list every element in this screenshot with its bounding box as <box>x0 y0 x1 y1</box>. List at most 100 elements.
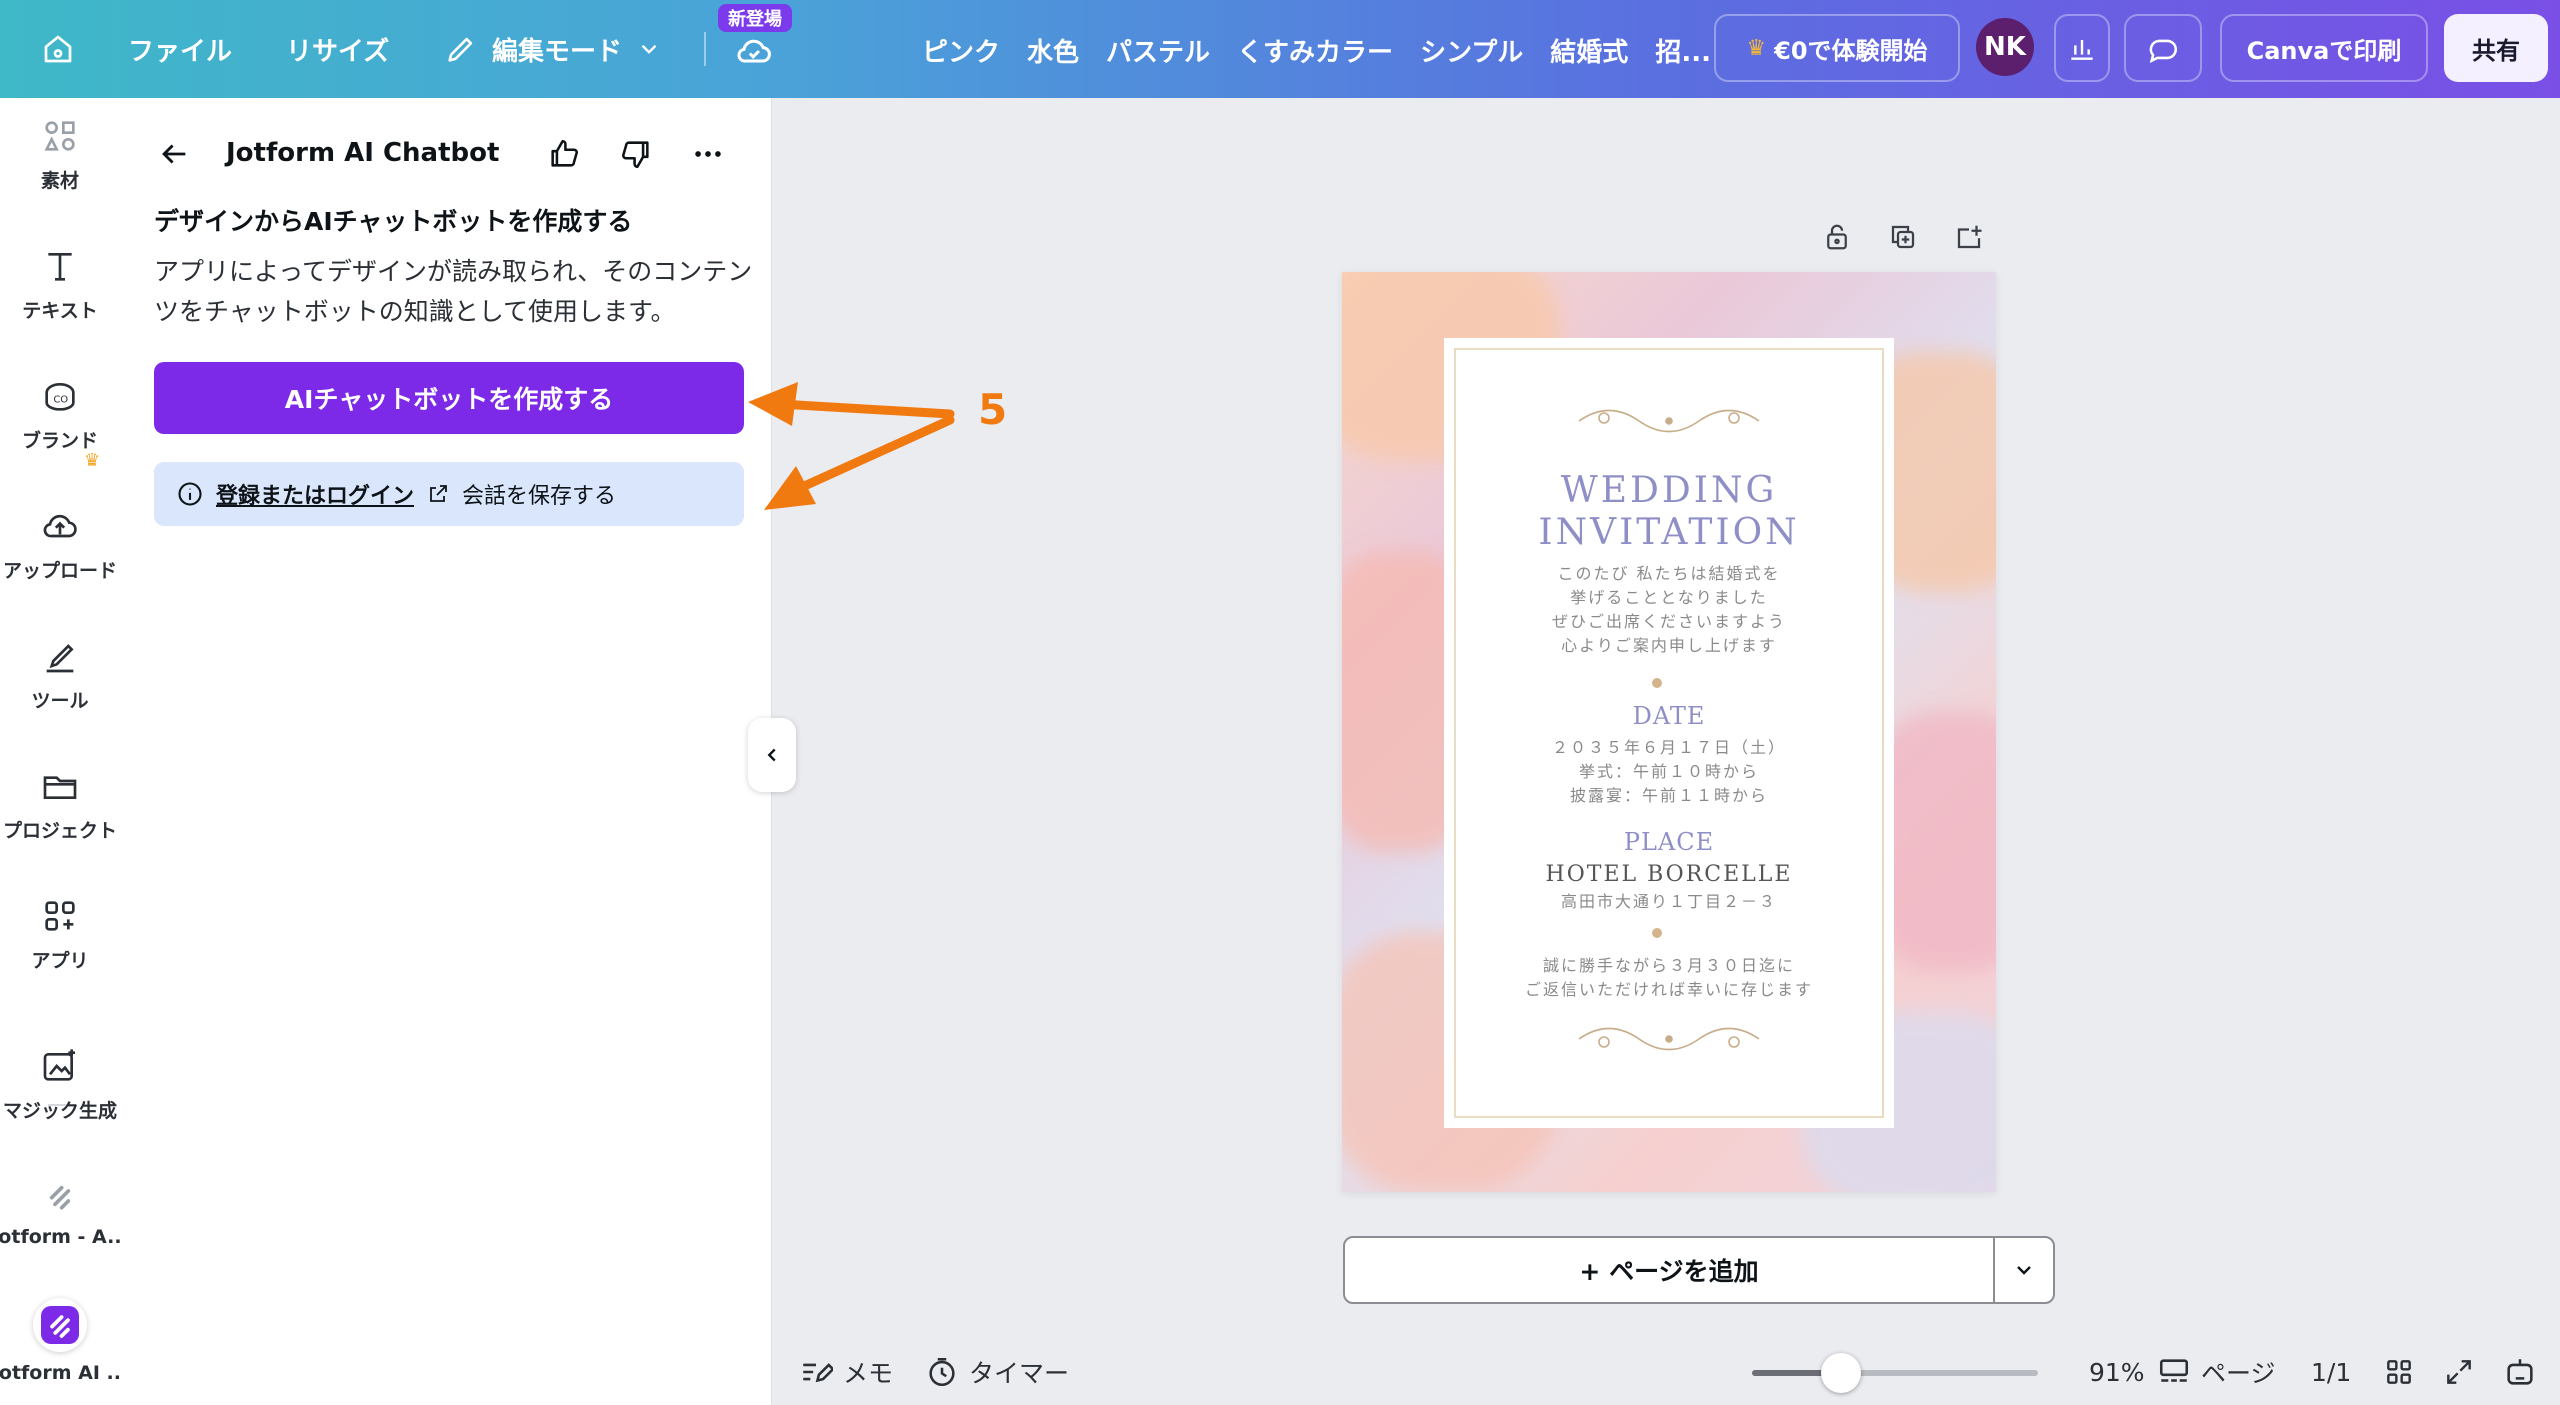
notes-label: メモ <box>843 1359 894 1388</box>
rail-item-brand[interactable]: CO ブランド <box>0 376 120 486</box>
rail-item-apps[interactable]: アプリ <box>0 896 120 1006</box>
keyword-tag[interactable]: くすみカラー <box>1237 32 1393 69</box>
rail-item-projects[interactable]: プロジェクト <box>0 766 120 876</box>
trial-label: €0で体験開始 <box>1774 36 1928 65</box>
more-horizontal-icon <box>695 151 721 157</box>
bar-chart-icon <box>2071 40 2093 60</box>
free-trial-button[interactable]: ♛ €0で体験開始 <box>1714 14 1960 82</box>
duplicate-page-button[interactable] <box>1884 218 1922 256</box>
rail-item-upload[interactable]: アップロード <box>0 506 120 616</box>
timer-icon <box>929 1357 955 1387</box>
keyword-tag[interactable]: ピンク <box>922 32 1000 69</box>
comments-button[interactable] <box>2124 14 2202 82</box>
keyword-tag[interactable]: 結婚式 <box>1550 32 1628 69</box>
rail-item-text[interactable]: テキスト <box>0 246 120 356</box>
pages-icon <box>2159 1359 2189 1382</box>
add-page-icon <box>1957 225 1982 249</box>
keyword-tags: ピンク 水色 パステル くすみカラー シンプル 結婚式 招... <box>922 28 1711 72</box>
keyword-tag[interactable]: パステル <box>1106 32 1210 69</box>
resize-menu[interactable]: リサイズ <box>286 26 389 72</box>
back-button[interactable] <box>150 130 198 178</box>
ornament-top <box>1578 409 1760 433</box>
zoom-slider[interactable] <box>1752 1353 2038 1393</box>
rail-label: テキスト <box>22 300 98 322</box>
edit-mode-menu[interactable]: 編集モード <box>444 26 662 72</box>
thumbs-down-icon <box>621 141 649 169</box>
notes-button[interactable]: メモ <box>799 1352 893 1392</box>
closing-line: ご返信いただければ幸いに存じます <box>1524 980 1813 999</box>
zoom-slider-handle[interactable] <box>1821 1353 1861 1393</box>
design-page[interactable]: WEDDING INVITATION このたび 私たちは結婚式を 挙げることとな… <box>1342 272 1996 1192</box>
pages-view-button[interactable]: ページ <box>2157 1352 2276 1392</box>
rail-item-magic-media[interactable]: マジック生成 <box>0 1046 120 1156</box>
invitation-title-line1: WEDDING <box>1560 470 1778 511</box>
place-address: 高田市大通り１丁目２－３ <box>1560 892 1777 911</box>
keyword-tag[interactable]: シンプル <box>1420 32 1523 69</box>
invitation-title-line2: INVITATION <box>1538 512 1800 553</box>
rail-item-jotform-app[interactable]: Jotform - A... <box>0 1176 129 1286</box>
timer-button[interactable]: タイマー <box>925 1352 1069 1392</box>
pages-label: ページ <box>2201 1359 2276 1388</box>
card-border <box>1454 348 1884 1118</box>
invitation-card[interactable]: WEDDING INVITATION このたび 私たちは結婚式を 挙げることとな… <box>1444 338 1894 1128</box>
keyword-tag[interactable]: 招... <box>1655 32 1711 69</box>
rail-item-tools[interactable]: ツール <box>0 636 120 746</box>
rail-item-jotform-ai[interactable]: Jotform AI ... <box>0 1298 128 1405</box>
thumbs-up-icon <box>551 139 579 167</box>
crown-icon: ♛ <box>1746 35 1767 61</box>
rail-label: アプリ <box>31 950 89 972</box>
intro-line: このたび 私たちは結婚式を <box>1557 564 1781 583</box>
print-button[interactable]: Canvaで印刷 <box>2220 14 2428 82</box>
app-side-panel: Jotform AI Chatbot デザインからAIチャットボットを作成する … <box>120 98 772 1405</box>
grid-view-button[interactable] <box>2383 1352 2415 1392</box>
apps-icon <box>45 901 75 931</box>
toolbar-divider <box>704 32 706 66</box>
date-heading: DATE <box>1632 702 1706 730</box>
rail-label: Jotform AI ... <box>0 1362 129 1384</box>
edit-mode-label: 編集モード <box>492 36 623 67</box>
place-name: HOTEL BORCELLE <box>1545 862 1793 887</box>
fullscreen-button[interactable] <box>2443 1352 2475 1392</box>
divider-dot <box>1652 678 1662 688</box>
keyword-tag[interactable]: 水色 <box>1027 32 1079 69</box>
assistant-button[interactable] <box>2503 1352 2537 1392</box>
left-rail: 素材 テキスト ♛ CO ブランド アップロード ツール プロジェクト アプリ … <box>0 98 129 1405</box>
app-title: Jotform AI Chatbot <box>226 138 500 168</box>
add-page-button[interactable]: + ページを追加 <box>1343 1236 1995 1304</box>
home-button[interactable] <box>28 22 88 76</box>
zoom-percent[interactable]: 91% <box>2089 1352 2145 1392</box>
folder-icon <box>43 776 77 799</box>
bottom-bar: メモ タイマー 91% ページ 1/1 <box>773 1338 2560 1405</box>
thumbs-up-button[interactable] <box>540 130 588 178</box>
rail-label: 素材 <box>40 170 79 192</box>
page-tools <box>1818 218 1988 256</box>
more-options-button[interactable] <box>684 130 732 178</box>
collapse-panel-button[interactable] <box>748 718 796 792</box>
chevron-down-icon <box>2017 1266 2031 1275</box>
login-link[interactable]: 登録またはログイン <box>216 478 414 510</box>
create-chatbot-button[interactable]: AIチャットボットを作成する <box>154 362 744 434</box>
add-page-options-button[interactable] <box>1993 1236 2055 1304</box>
rail-label: Jotform - A... <box>0 1226 129 1248</box>
cloud-check-icon <box>737 39 771 63</box>
duplicate-icon <box>1891 225 1915 249</box>
add-page-top-button[interactable] <box>1950 218 1988 256</box>
brand-icon: CO <box>45 383 75 411</box>
rail-label: ツール <box>31 690 89 712</box>
login-suffix: 会話を保存する <box>462 484 617 509</box>
rail-item-elements[interactable]: 素材 <box>0 116 120 226</box>
avatar[interactable]: NK <box>1976 18 2034 76</box>
thumbs-down-button[interactable] <box>612 130 660 178</box>
lock-page-button[interactable] <box>1818 218 1856 256</box>
date-line: 披露宴：午前１１時から <box>1569 786 1768 805</box>
file-menu[interactable]: ファイル <box>128 26 232 72</box>
comment-icon <box>2149 39 2177 64</box>
share-button[interactable]: 共有 <box>2444 14 2548 82</box>
insights-button[interactable] <box>2054 14 2110 82</box>
robot-icon <box>2507 1359 2533 1385</box>
jotform-ai-icon <box>33 1298 87 1352</box>
cloud-sync-button[interactable] <box>726 22 782 80</box>
page-count: 1/1 <box>2311 1357 2352 1387</box>
chevron-left-icon <box>767 748 776 762</box>
ornament-bottom <box>1578 1027 1760 1051</box>
